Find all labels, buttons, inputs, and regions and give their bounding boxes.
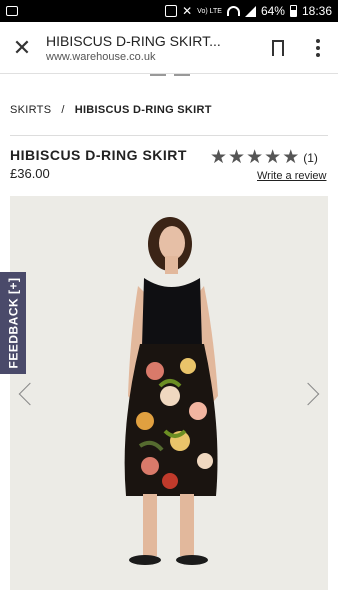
product-image-carousel[interactable] (10, 196, 328, 590)
breadcrumb-separator: / (61, 104, 65, 116)
product-image (124, 217, 218, 565)
toolbar-title-area: HIBISCUS D-RING SKIRT... www.warehouse.c… (44, 33, 258, 63)
header-nav-peek (150, 74, 190, 76)
page-url: www.warehouse.co.uk (46, 50, 156, 63)
battery-icon (289, 5, 297, 17)
star-icon: ★ (246, 147, 264, 168)
star-icon: ★ (210, 147, 228, 168)
feedback-tab[interactable]: FEEDBACK [+] (0, 272, 26, 374)
feedback-label: FEEDBACK [+] (6, 277, 21, 369)
divider (10, 135, 328, 136)
write-review-link[interactable]: Write a review (257, 170, 326, 182)
page-bottom (0, 590, 338, 600)
page-title: HIBISCUS D-RING SKIRT... (46, 32, 221, 49)
wifi-icon (226, 6, 240, 16)
star-icon: ★ (282, 147, 300, 168)
bookmark-button[interactable] (258, 22, 298, 74)
status-bar: ✕ Vo) LTE 64% 18:36 (0, 0, 338, 22)
custom-tab-toolbar: ✕ HIBISCUS D-RING SKIRT... www.warehouse… (0, 22, 338, 74)
message-icon (6, 6, 18, 16)
review-count: (1) (303, 150, 318, 165)
close-icon[interactable]: ✕ (0, 22, 44, 74)
star-icon: ★ (264, 147, 282, 168)
star-icon: ★ (228, 147, 246, 168)
battery-percent: 64% (260, 4, 285, 18)
bookmark-icon (272, 39, 284, 61)
breadcrumb-current: HIBISCUS D-RING SKIRT (74, 104, 212, 116)
breadcrumb: SKIRTS / HIBISCUS D-RING SKIRT (10, 104, 212, 116)
product-name: HIBISCUS D-RING SKIRT (10, 147, 187, 163)
product-price: £36.00 (10, 166, 50, 181)
clock: 18:36 (301, 4, 332, 18)
photo-icon (165, 5, 178, 17)
signal-icon (244, 5, 256, 17)
menu-button[interactable] (298, 22, 338, 74)
product-rating[interactable]: ★ ★ ★ ★ ★ (1) (210, 148, 318, 167)
mute-icon: ✕ (182, 4, 193, 18)
more-vert-icon (316, 38, 320, 57)
volte-icon: Vo) LTE (197, 7, 222, 15)
breadcrumb-link-skirts[interactable]: SKIRTS (10, 104, 51, 116)
